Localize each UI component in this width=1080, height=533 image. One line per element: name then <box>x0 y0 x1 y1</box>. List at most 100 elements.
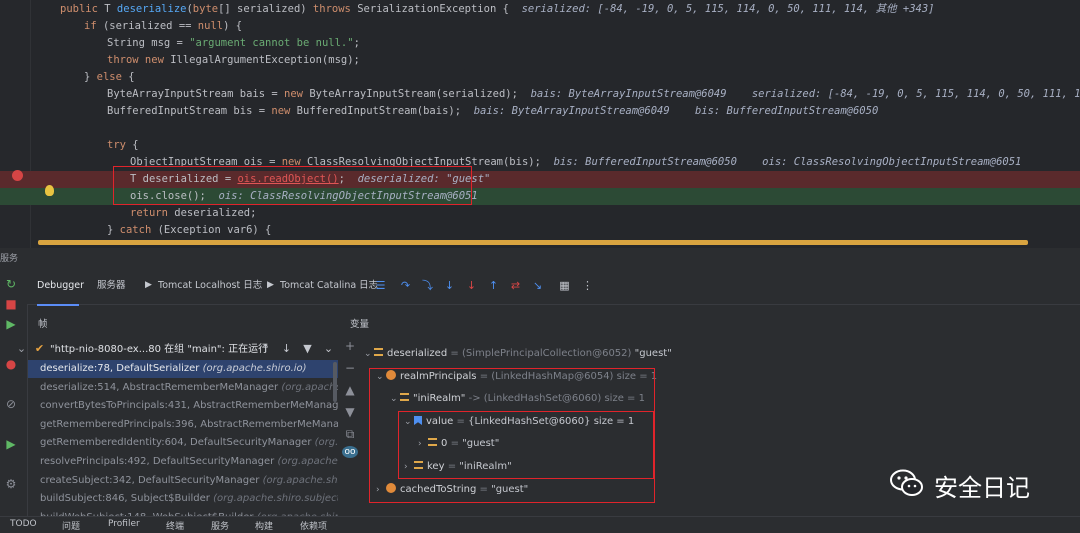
tab-tomcat-catalina-log[interactable]: Tomcat Catalina 日志 <box>280 268 378 304</box>
stack-frame[interactable]: deserialize:514, AbstractRememberMeManag… <box>40 379 338 397</box>
editor-horizontal-scrollbar[interactable] <box>38 240 1028 245</box>
view-breakpoints-icon[interactable]: ● <box>5 358 17 370</box>
stop-icon[interactable]: ■ <box>5 298 17 310</box>
stack-frame[interactable]: resolvePrincipals:492, DefaultSecurityMa… <box>40 453 338 471</box>
code-token: { <box>132 139 139 151</box>
debug-tabs: Debugger 服务器 ▶ Tomcat Localhost 日志 ▶ Tom… <box>27 268 1080 306</box>
code-line[interactable]: String msg = "argument cannot be null."; <box>0 35 1080 52</box>
code-line[interactable]: BufferedInputStream bis = new BufferedIn… <box>0 103 1080 120</box>
move-down-icon[interactable]: ▼ <box>344 406 356 418</box>
frame-package: (org.apache.shiro.m <box>262 474 338 486</box>
var-type: (SimplePrincipalCollection@6052) <box>461 348 632 359</box>
stack-frame[interactable]: createSubject:342, DefaultSecurityManage… <box>40 472 338 490</box>
add-watch-icon[interactable]: + <box>344 340 356 352</box>
code-token: } <box>84 71 97 83</box>
status-services[interactable]: 服务 <box>211 519 229 532</box>
code-token: try <box>107 139 133 151</box>
tab-server[interactable]: 服务器 <box>97 268 126 304</box>
code-line[interactable]: if (serialized == null) { <box>0 18 1080 35</box>
glasses-icon[interactable]: oo <box>342 446 358 458</box>
code-token: BufferedInputStream(bais); <box>296 105 474 117</box>
remove-icon[interactable]: − <box>344 362 356 374</box>
breakpoint-icon[interactable] <box>12 170 23 181</box>
code-line[interactable]: throw new IllegalArgumentException(msg); <box>0 52 1080 69</box>
menu-icon[interactable]: ☰ <box>375 280 386 291</box>
code-text: } catch (Exception var6) { <box>107 222 271 239</box>
step-over-icon[interactable]: ⤵ <box>422 280 433 291</box>
mute-breakpoints-icon[interactable]: ⊘ <box>5 398 17 410</box>
frame-method: getRememberedPrincipals:396, AbstractRem… <box>40 418 338 430</box>
settings-icon[interactable]: ⚙ <box>5 478 17 490</box>
code-token: deserialize <box>116 3 187 15</box>
tab-tomcat-localhost-log[interactable]: Tomcat Localhost 日志 <box>158 268 262 304</box>
code-token: new <box>271 105 297 117</box>
tomcat-log-icon: ▶ <box>145 280 152 290</box>
rerun-icon[interactable]: ↻ <box>5 278 17 290</box>
frames-list: deserialize:78, DefaultSerializer (org.a… <box>28 360 338 520</box>
code-line[interactable]: ByteArrayInputStream bais = new ByteArra… <box>0 86 1080 103</box>
step-into-icon[interactable]: ↓ <box>444 280 455 291</box>
run-to-cursor-icon[interactable]: ↘ <box>532 280 543 291</box>
code-token: ) { <box>223 20 243 32</box>
chevron-down-icon[interactable]: ⌄ <box>323 343 334 354</box>
stack-frame[interactable]: getRememberedIdentity:604, DefaultSecuri… <box>40 434 338 452</box>
expand-icon[interactable]: ⌄ <box>16 343 27 354</box>
code-token: ByteArrayInputStream bais = <box>107 88 285 100</box>
var-deserialized[interactable]: ⌄ deserialized = (SimplePrincipalCollecti… <box>364 345 672 363</box>
stack-frame[interactable]: convertBytesToPrincipals:431, AbstractRe… <box>40 397 338 415</box>
frames-scrollbar[interactable] <box>333 362 337 402</box>
status-todo[interactable]: TODO <box>10 519 37 529</box>
code-token: { <box>128 71 135 83</box>
watermark-text: 安全日记 <box>934 474 1030 502</box>
force-step-into-icon[interactable]: ↓ <box>466 280 477 291</box>
evaluate-icon[interactable]: ▦ <box>559 280 570 291</box>
code-text: return deserialized; <box>130 205 256 222</box>
code-token: return <box>130 207 175 219</box>
arrow-down-icon[interactable]: ↓ <box>281 343 292 354</box>
check-icon: ✔ <box>34 342 45 355</box>
thread-label: "http-nio-8080-ex...80 在组 "main": 正在运行 <box>50 344 269 355</box>
highlight-box-value <box>398 411 654 479</box>
code-token: throws <box>312 3 358 15</box>
code-token: SerializationException { <box>357 3 522 15</box>
status-problems[interactable]: 问题 <box>62 519 80 532</box>
code-text: BufferedInputStream bis = new BufferedIn… <box>107 103 878 120</box>
collection-icon <box>374 348 383 356</box>
variables-label: 变量 <box>350 319 370 330</box>
stack-frame[interactable]: getRememberedPrincipals:396, AbstractRem… <box>40 416 338 434</box>
show-execution-point-icon[interactable]: ↷ <box>400 280 411 291</box>
copy-icon[interactable]: ⧉ <box>344 428 356 440</box>
more-icon[interactable]: ⋮ <box>582 280 593 291</box>
stack-frame[interactable]: buildSubject:846, Subject$Builder (org.a… <box>40 490 338 508</box>
lightbulb-icon[interactable] <box>45 185 54 196</box>
code-line[interactable]: try { <box>0 137 1080 154</box>
wechat-icon <box>890 469 923 496</box>
code-line[interactable]: } else { <box>0 69 1080 86</box>
code-editor[interactable]: public T deserialize(byte[] serialized) … <box>0 0 1080 248</box>
resume-icon[interactable]: ▶ <box>5 318 17 330</box>
status-profiler[interactable]: Profiler <box>108 519 140 529</box>
status-terminal[interactable]: 终端 <box>166 519 184 532</box>
tomcat-log-icon: ▶ <box>267 280 274 290</box>
status-dependencies[interactable]: 依赖项 <box>300 519 327 532</box>
code-text: try { <box>107 137 139 154</box>
drop-frame-icon[interactable]: ⇄ <box>510 280 521 291</box>
tab-debugger[interactable]: Debugger <box>37 268 84 306</box>
code-line[interactable]: return deserialized; <box>0 205 1080 222</box>
run-icon[interactable]: ▶ <box>5 438 17 450</box>
variables-toolbar: + − ▲ ▼ ⧉ oo <box>339 336 361 520</box>
code-text: throw new IllegalArgumentException(msg); <box>107 52 360 69</box>
code-token: else <box>96 71 129 83</box>
move-up-icon[interactable]: ▲ <box>344 384 356 396</box>
chevron-down-icon[interactable]: ⌄ <box>364 345 374 363</box>
stack-frame[interactable]: deserialize:78, DefaultSerializer (org.a… <box>28 360 338 378</box>
status-build[interactable]: 构建 <box>255 519 273 532</box>
code-line[interactable] <box>0 120 1080 137</box>
code-line[interactable]: public T deserialize(byte[] serialized) … <box>0 1 1080 18</box>
filter-icon[interactable]: ▼ <box>302 343 313 354</box>
code-line[interactable]: } catch (Exception var6) { <box>0 222 1080 239</box>
step-out-icon[interactable]: ↑ <box>488 280 499 291</box>
status-bar: TODO 问题 Profiler 终端 服务 构建 依赖项 <box>0 516 1080 533</box>
code-token: ; <box>353 37 360 49</box>
arrow-up-icon[interactable]: ↑ <box>260 343 271 354</box>
